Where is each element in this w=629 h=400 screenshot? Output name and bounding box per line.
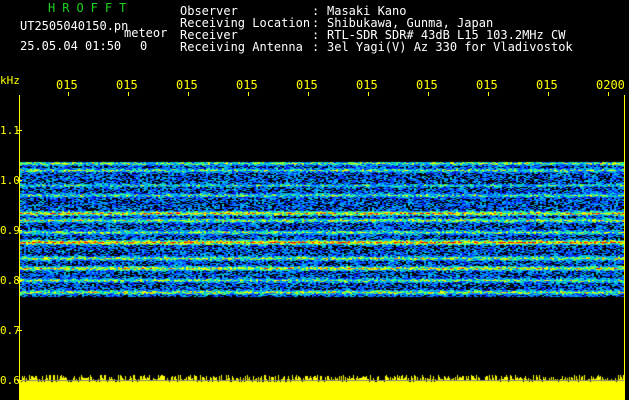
detection-count: 0 [140, 39, 148, 53]
plot-right-border [624, 95, 625, 400]
time-tick-label: 015 [56, 78, 78, 92]
time-tick-label: 0200 [596, 78, 625, 92]
timestamp: 25.05.04 01:50 [20, 39, 122, 53]
time-tick-mark [428, 92, 429, 96]
mode-label: meteor [124, 26, 168, 40]
time-tick-label: 015 [116, 78, 138, 92]
time-tick-mark [548, 92, 549, 96]
time-tick-mark [188, 92, 189, 96]
freq-tick-mark [17, 230, 22, 231]
image-filename: UT2505040150.pn [20, 19, 129, 33]
time-tick-mark [128, 92, 129, 96]
spectrogram-canvas [20, 95, 624, 400]
field-label-antenna: Receiving Antenna [180, 40, 303, 54]
time-tick-label: 015 [416, 78, 438, 92]
time-tick-label: 015 [536, 78, 558, 92]
freq-tick-mark [17, 380, 22, 381]
freq-tick-mark [17, 330, 22, 331]
time-tick-mark [608, 92, 609, 96]
field-value-antenna: 3el Yagi(V) Az 330 for Vladivostok [327, 40, 573, 54]
time-tick-label: 015 [176, 78, 198, 92]
time-tick-label: 015 [296, 78, 318, 92]
freq-tick-mark [17, 280, 22, 281]
freq-tick-mark [17, 180, 22, 181]
time-tick-label: 015 [236, 78, 258, 92]
app-brand: HROFFT [48, 1, 134, 15]
time-tick-mark [68, 92, 69, 96]
time-tick-label: 015 [356, 78, 378, 92]
field-colon: : [312, 40, 320, 54]
time-tick-label: 015 [476, 78, 498, 92]
time-tick-mark [308, 92, 309, 96]
axis-unit-label: kHz [0, 74, 20, 87]
hrofft-spectrogram-window: HROFFT UT2505040150.pn meteor 25.05.04 0… [0, 0, 629, 400]
freq-tick-mark [17, 130, 22, 131]
time-tick-mark [248, 92, 249, 96]
time-tick-mark [368, 92, 369, 96]
time-tick-mark [488, 92, 489, 96]
